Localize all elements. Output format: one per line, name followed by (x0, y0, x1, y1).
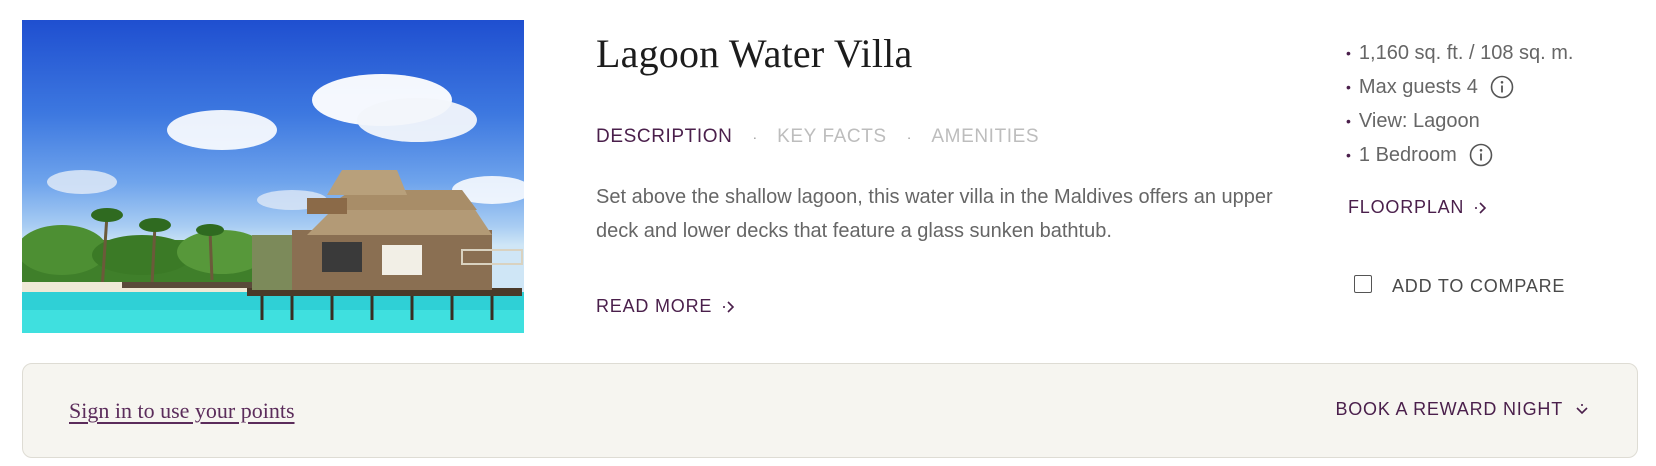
fact-item-max-guests: • Max guests 4 (1346, 70, 1573, 104)
room-photo[interactable] (22, 20, 524, 333)
add-to-compare[interactable]: ADD TO COMPARE (1354, 274, 1566, 297)
fact-item-view: • View: Lagoon (1346, 104, 1573, 138)
fact-bullet: • (1346, 79, 1351, 95)
fact-text: 1 Bedroom (1358, 143, 1457, 166)
info-icon[interactable] (1490, 75, 1514, 99)
tab-description[interactable]: DESCRIPTION (596, 126, 732, 148)
compare-label: ADD TO COMPARE (1392, 276, 1566, 296)
reward-bar: Sign in to use your points BOOK A REWARD… (22, 363, 1638, 458)
fact-item-size: • 1,160 sq. ft. / 108 sq. m. (1346, 36, 1573, 70)
room-description: Set above the shallow lagoon, this water… (596, 186, 1273, 242)
compare-checkbox[interactable] (1354, 274, 1372, 293)
arrow-right-icon (723, 300, 735, 313)
room-tabs: DESCRIPTION · KEY FACTS · AMENITIES (596, 126, 1039, 148)
fact-text: 1,160 sq. ft. / 108 sq. m. (1358, 41, 1574, 64)
fact-bullet: • (1346, 113, 1351, 129)
chevron-down-icon (1576, 403, 1588, 414)
fact-item-bedroom: • 1 Bedroom (1346, 138, 1573, 172)
book-reward-label: BOOK A REWARD NIGHT (1335, 399, 1563, 419)
tab-separator: · (752, 129, 758, 145)
arrow-right-icon (1475, 201, 1487, 214)
floorplan-link[interactable]: FLOORPLAN (1348, 197, 1488, 218)
fact-bullet: • (1346, 45, 1351, 61)
book-reward-night-button[interactable]: BOOK A REWARD NIGHT (1335, 399, 1589, 420)
room-title: Lagoon Water Villa (596, 31, 913, 76)
tab-amenities[interactable]: AMENITIES (931, 126, 1039, 148)
tab-key-facts[interactable]: KEY FACTS (777, 126, 887, 148)
floorplan-label: FLOORPLAN (1348, 197, 1465, 217)
read-more-label: READ MORE (596, 296, 713, 316)
read-more-link[interactable]: READ MORE (596, 296, 736, 317)
info-icon[interactable] (1469, 143, 1493, 167)
fact-bullet: • (1346, 147, 1351, 163)
tab-separator: · (906, 129, 912, 145)
room-facts-list: • 1,160 sq. ft. / 108 sq. m. • Max guest… (1346, 36, 1573, 172)
room-card: Lagoon Water Villa DESCRIPTION · KEY FAC… (0, 0, 1656, 350)
overwater-villa-photo (22, 74, 524, 333)
sign-in-link[interactable]: Sign in to use your points (69, 398, 295, 424)
fact-text: Max guests 4 (1358, 75, 1478, 98)
fact-text: View: Lagoon (1358, 109, 1480, 132)
